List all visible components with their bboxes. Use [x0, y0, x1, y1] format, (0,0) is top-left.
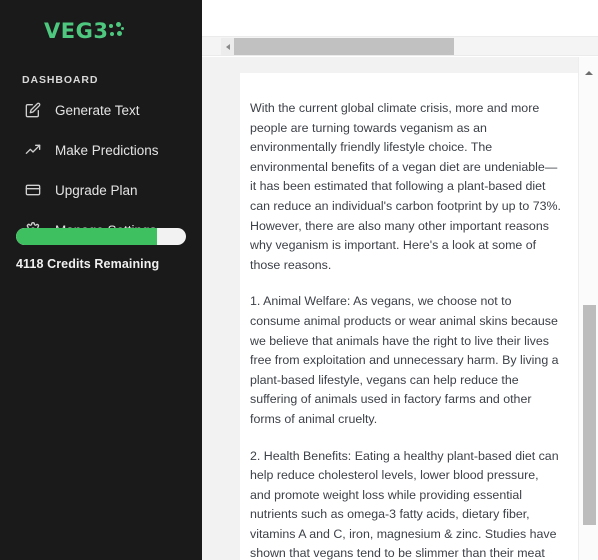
credit-card-icon	[24, 181, 42, 199]
horizontal-scrollbar-thumb[interactable]	[234, 38, 454, 55]
sidebar-item-label: Make Predictions	[55, 142, 159, 158]
sidebar-item-label: Generate Text	[55, 102, 140, 118]
sidebar-item-label: Upgrade Plan	[55, 182, 138, 198]
trending-up-icon	[24, 141, 42, 159]
credits-progress-fill	[16, 228, 158, 245]
brand-logo[interactable]: VEG3	[0, 0, 202, 56]
document-paragraph: 2. Health Benefits: Eating a healthy pla…	[250, 448, 559, 560]
sidebar: VEG3 DASHBOARD Generate Text Make Predic…	[0, 0, 202, 560]
sidebar-section-label: DASHBOARD	[22, 74, 99, 86]
vertical-scrollbar[interactable]	[578, 57, 598, 560]
document-paragraph: With the current global climate crisis, …	[250, 101, 561, 272]
document-card: With the current global climate crisis, …	[240, 73, 580, 560]
sparkle-cluster-icon	[109, 22, 125, 40]
sidebar-nav: Generate Text Make Predictions Upgrade P…	[0, 94, 202, 246]
chevron-up-icon[interactable]	[582, 67, 596, 79]
sidebar-item-upgrade-plan[interactable]: Upgrade Plan	[0, 174, 202, 206]
document-paragraph: 1. Animal Welfare: As vegans, we choose …	[250, 294, 559, 426]
main-content: With the current global climate crisis, …	[202, 0, 598, 560]
chevron-left-icon[interactable]	[221, 38, 234, 55]
app-root: VEG3 DASHBOARD Generate Text Make Predic…	[0, 0, 598, 560]
edit-square-icon	[24, 101, 42, 119]
credits-progress-bar	[16, 228, 186, 245]
document-canvas: With the current global climate crisis, …	[202, 57, 598, 560]
horizontal-scrollbar[interactable]	[202, 36, 598, 56]
sidebar-item-generate-text[interactable]: Generate Text	[0, 94, 202, 126]
credits-remaining-label: 4118 Credits Remaining	[16, 257, 160, 271]
vertical-scrollbar-thumb[interactable]	[583, 305, 596, 525]
sidebar-item-make-predictions[interactable]: Make Predictions	[0, 134, 202, 166]
credits-section: 4118 Credits Remaining	[0, 228, 202, 271]
brand-name: VEG3	[44, 19, 109, 43]
